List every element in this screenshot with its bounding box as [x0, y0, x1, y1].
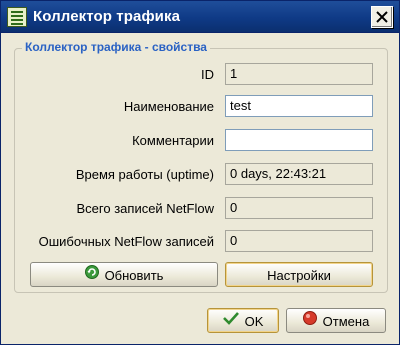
title-bar[interactable]: Коллектор трафика: [1, 1, 399, 33]
close-icon: [376, 11, 388, 23]
close-button[interactable]: [371, 6, 393, 28]
settings-label: Настройки: [267, 268, 331, 284]
cancel-label: Отмена: [322, 314, 370, 330]
group-legend: Коллектор трафика - свойства: [22, 40, 210, 54]
refresh-icon: [84, 263, 99, 286]
comment-input[interactable]: [225, 129, 373, 151]
uptime-field: 0 days, 22:43:21: [225, 163, 373, 185]
netflow-errors-label: Ошибочных NetFlow записей: [38, 234, 214, 249]
dialog-window: Коллектор трафика Коллектор трафика - св…: [0, 0, 400, 345]
ok-label: OK: [244, 314, 264, 330]
id-field: 1: [225, 63, 373, 85]
window-title: Коллектор трафика: [33, 8, 181, 25]
name-label: Наименование: [123, 99, 214, 114]
check-icon: [222, 309, 239, 332]
settings-button[interactable]: Настройки: [225, 262, 373, 287]
netflow-errors-field: 0: [225, 230, 373, 252]
cancel-button[interactable]: Отмена: [286, 308, 386, 333]
name-input[interactable]: test: [225, 95, 373, 117]
uptime-label: Время работы (uptime): [75, 167, 214, 182]
comment-label: Комментарии: [132, 133, 214, 148]
netflow-total-label: Всего записей NetFlow: [76, 201, 214, 216]
refresh-label: Обновить: [104, 268, 164, 284]
ok-button[interactable]: OK: [207, 308, 279, 333]
refresh-button[interactable]: Обновить: [30, 262, 218, 287]
cancel-icon: [302, 309, 317, 332]
netflow-total-field: 0: [225, 197, 373, 219]
list-icon: [7, 7, 27, 27]
id-label: ID: [201, 67, 214, 82]
